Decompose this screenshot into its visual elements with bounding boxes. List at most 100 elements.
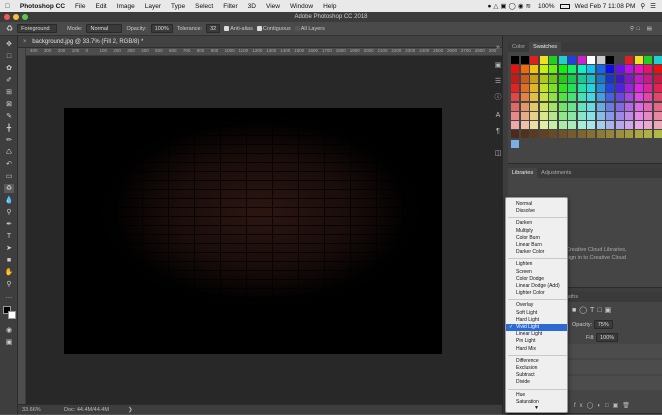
color-swatch[interactable] — [587, 102, 595, 111]
document-image[interactable] — [64, 108, 442, 354]
color-swatch[interactable] — [530, 102, 538, 111]
color-swatch[interactable] — [615, 93, 624, 102]
more-tools-icon[interactable]: … — [4, 292, 14, 301]
fill-source-select[interactable]: Foreground — [17, 24, 58, 33]
share-icon[interactable]: ▤ — [647, 26, 652, 32]
character-panel-icon[interactable]: A — [494, 112, 502, 120]
color-swatch[interactable] — [634, 83, 643, 92]
all-layers-checkbox[interactable]: All Layers — [294, 26, 325, 32]
color-swatch[interactable] — [558, 74, 567, 83]
menu-app-name[interactable]: Photoshop CC — [15, 3, 70, 10]
color-swatch[interactable] — [539, 121, 548, 130]
tab-color[interactable]: Color — [508, 42, 529, 52]
crop-tool-icon[interactable]: ⊞ — [4, 88, 14, 97]
color-swatch[interactable] — [568, 74, 576, 83]
color-swatch[interactable] — [549, 93, 557, 102]
blend-mode-option[interactable]: Screen — [506, 269, 567, 276]
tab-adjustments[interactable]: Adjustments — [537, 168, 575, 178]
color-swatch[interactable] — [577, 130, 586, 139]
type-tool-icon[interactable]: T — [4, 232, 14, 241]
vertical-ruler[interactable] — [18, 48, 26, 404]
path-selection-tool-icon[interactable]: ➤ — [4, 244, 14, 253]
menu-filter[interactable]: Filter — [218, 3, 242, 10]
color-swatch[interactable] — [634, 93, 643, 102]
layer-filter-icons[interactable]: ■◯T□▣ — [572, 306, 614, 314]
color-swatch[interactable] — [568, 56, 576, 64]
color-swatch[interactable] — [596, 111, 605, 120]
color-swatch[interactable] — [587, 130, 595, 139]
color-swatch[interactable] — [644, 56, 652, 64]
layer-row[interactable] — [568, 344, 662, 358]
color-swatch[interactable] — [520, 83, 529, 92]
color-swatch[interactable] — [520, 111, 529, 120]
color-swatch[interactable] — [558, 111, 567, 120]
color-swatch[interactable] — [606, 121, 614, 130]
color-swatch[interactable] — [625, 121, 633, 130]
layer-row[interactable] — [568, 360, 662, 374]
color-swatch[interactable] — [511, 111, 519, 120]
color-swatch[interactable] — [644, 102, 652, 111]
color-swatch[interactable] — [520, 121, 529, 130]
blend-mode-option[interactable]: Soft Light — [506, 310, 567, 317]
color-swatch[interactable] — [653, 83, 662, 92]
color-swatch[interactable] — [653, 56, 662, 64]
paint-bucket-tool-icon[interactable]: ♻ — [4, 184, 14, 193]
color-swatch[interactable] — [615, 56, 624, 64]
search-icon[interactable]: ⚲ — [630, 26, 634, 32]
color-swatch[interactable] — [653, 102, 662, 111]
zoom-window-button[interactable] — [22, 14, 28, 20]
color-swatch[interactable] — [558, 93, 567, 102]
minimize-window-button[interactable] — [13, 14, 19, 20]
contiguous-checkbox[interactable]: Contiguous — [256, 26, 291, 32]
color-swatch[interactable] — [539, 74, 548, 83]
color-swatch[interactable] — [606, 130, 614, 139]
antialias-checkbox[interactable]: Anti-alias — [224, 26, 253, 32]
color-swatch[interactable] — [558, 130, 567, 139]
spotlight-icon[interactable]: ⚲ — [640, 2, 645, 10]
color-swatch[interactable] — [606, 74, 614, 83]
clock[interactable]: Wed Feb 7 11:08 PM — [575, 3, 636, 10]
blend-mode-option[interactable]: Linear Light — [506, 331, 567, 338]
menu-image[interactable]: Image — [112, 3, 140, 10]
color-swatch[interactable] — [511, 93, 519, 102]
zoom-tool-icon[interactable]: ⚲ — [4, 280, 14, 289]
color-swatch[interactable] — [558, 83, 567, 92]
color-swatch[interactable] — [587, 65, 595, 74]
color-swatch[interactable] — [634, 130, 643, 139]
color-swatch[interactable] — [511, 65, 519, 74]
color-swatch[interactable] — [568, 111, 576, 120]
color-swatch[interactable] — [615, 111, 624, 120]
color-swatch[interactable] — [653, 74, 662, 83]
color-swatch[interactable] — [530, 93, 538, 102]
tolerance-input[interactable]: 32 — [206, 24, 221, 33]
opacity-input[interactable]: 100% — [150, 24, 173, 33]
color-swatch[interactable] — [511, 130, 519, 139]
color-swatch[interactable] — [634, 65, 643, 74]
color-swatch[interactable] — [568, 121, 576, 130]
battery-percent[interactable]: 100% — [538, 3, 555, 10]
color-swatch[interactable] — [625, 93, 633, 102]
history-panel-icon[interactable]: ▣ — [494, 62, 502, 70]
color-swatch[interactable] — [530, 56, 538, 64]
color-swatch[interactable] — [539, 56, 548, 64]
apple-icon[interactable]:  — [0, 3, 15, 10]
color-swatch[interactable] — [530, 74, 538, 83]
color-swatch[interactable] — [511, 83, 519, 92]
color-swatch[interactable] — [587, 111, 595, 120]
history-brush-tool-icon[interactable]: ↶ — [4, 160, 14, 169]
dodge-tool-icon[interactable]: ⚲ — [4, 208, 14, 217]
color-swatch[interactable] — [549, 74, 557, 83]
color-swatch[interactable] — [625, 74, 633, 83]
color-swatch[interactable] — [606, 83, 614, 92]
blend-mode-option[interactable]: Normal — [506, 201, 567, 208]
color-swatch[interactable] — [644, 121, 652, 130]
color-swatch[interactable] — [549, 65, 557, 74]
color-swatch[interactable] — [558, 121, 567, 130]
blur-tool-icon[interactable]: 💧 — [4, 196, 14, 205]
color-swatch[interactable] — [511, 74, 519, 83]
menu-edit[interactable]: Edit — [91, 3, 112, 10]
workspace-icon[interactable]: □ — [637, 26, 640, 32]
pen-tool-icon[interactable]: ✒ — [4, 220, 14, 229]
color-swatch[interactable] — [577, 74, 586, 83]
color-swatch[interactable] — [606, 65, 614, 74]
